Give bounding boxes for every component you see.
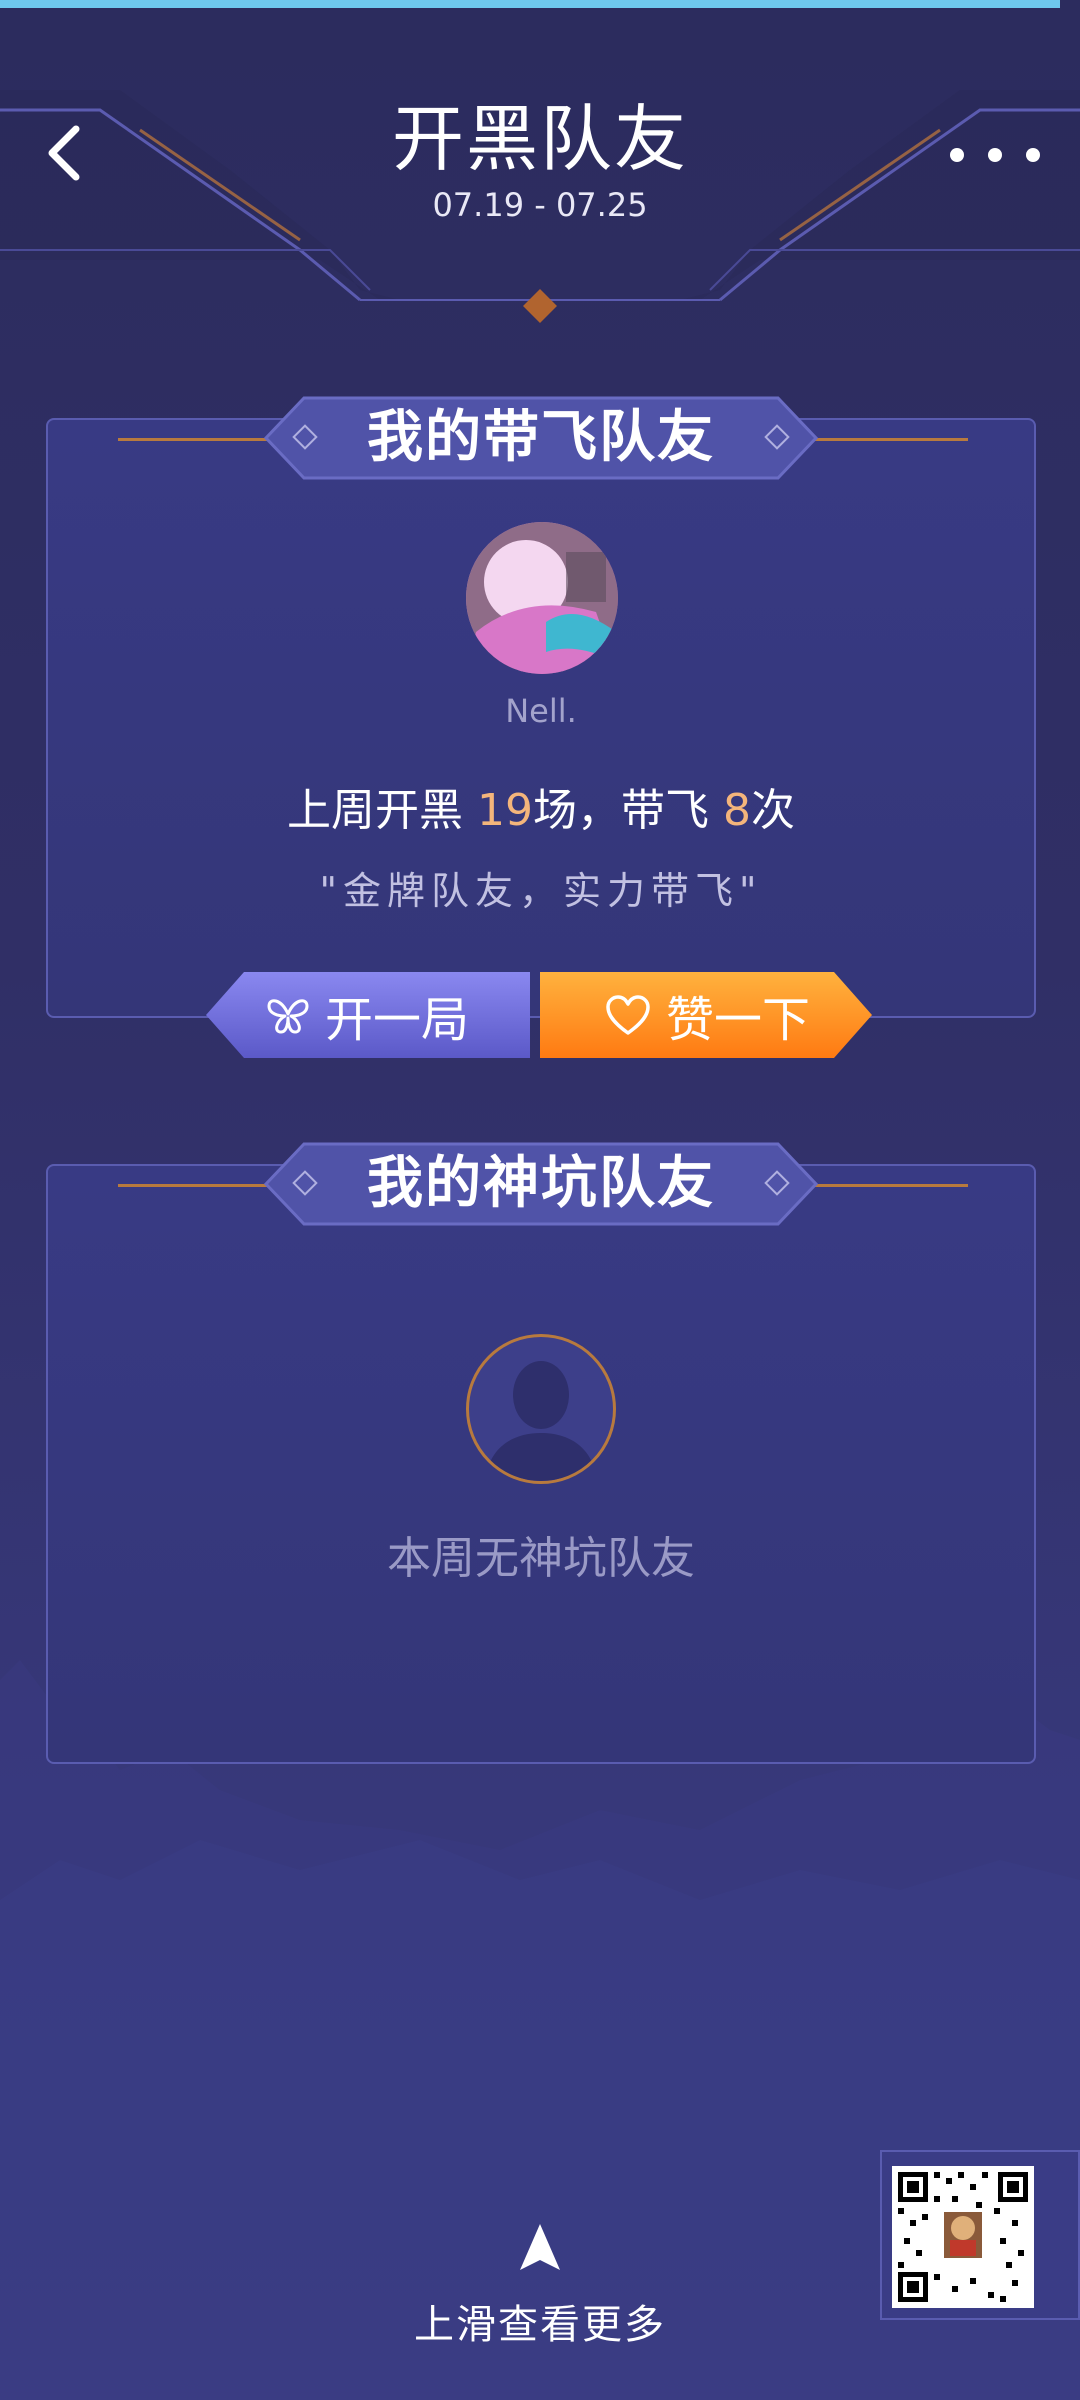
more-dots-icon [950,148,964,162]
heart-icon [606,995,650,1035]
empty-state-text: 本周无神坑队友 [387,1533,695,1584]
pit-teammate-card: 我的神坑队友 本周无神坑队友 [46,1142,1036,1764]
empty-avatar [466,1334,616,1484]
qr-code-panel[interactable] [880,2150,1080,2320]
weekly-stats: 上周开黑 19场，带飞 8次 [48,774,1034,838]
date-range: 07.19 - 07.25 [432,186,648,224]
start-game-button[interactable]: 开一局 [204,970,530,1060]
avatar-image [466,522,618,674]
teammate-quote: "金牌队友，实力带飞" [319,869,763,913]
arrow-up-icon[interactable] [518,2222,562,2272]
butterfly-icon [267,999,309,1034]
games-count: 19 [477,785,533,836]
stats-prefix: 上周开黑 [287,785,477,836]
avatar[interactable] [466,522,618,674]
card-title: 我的神坑队友 [367,1151,715,1216]
stats-suffix: 次 [751,785,795,836]
more-options-button[interactable] [950,130,1040,180]
more-dot [1026,148,1040,162]
start-game-label: 开一局 [324,992,469,1048]
teammate-nickname: Nell. [505,692,577,730]
more-dot [988,148,1002,162]
like-button[interactable]: 赞一下 [540,970,874,1060]
card-title: 我的带飞队友 [367,405,715,470]
like-label: 赞一下 [665,992,810,1048]
qr-code-icon [892,2166,1034,2308]
person-silhouette-icon [485,1361,597,1481]
stats-mid: 场，带飞 [533,785,723,836]
carry-teammate-card: 我的带飞队友 Nell. 上周开黑 19场，带飞 8次 "金牌队友，实力带飞" [46,396,1036,1018]
carries-count: 8 [723,785,751,836]
page-title: 开黑队友 [391,97,688,181]
